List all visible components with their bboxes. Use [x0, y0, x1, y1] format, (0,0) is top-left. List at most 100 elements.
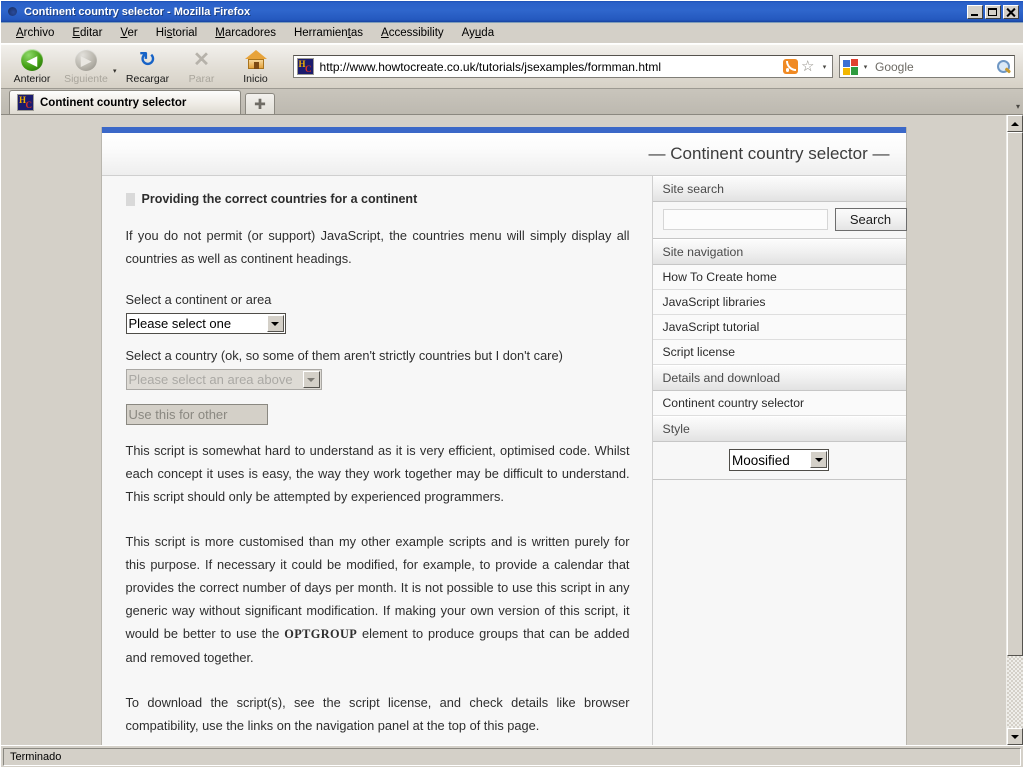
scrollbar-thumb[interactable] [1007, 132, 1023, 657]
home-icon [244, 48, 268, 72]
menu-ver[interactable]: Ver [111, 25, 146, 41]
sidebar-section-site-search: Site search [652, 176, 906, 202]
url-dropdown-icon[interactable]: ▾ [819, 63, 830, 71]
close-button[interactable] [1003, 4, 1019, 19]
country-field-group: Select a country (ok, so some of them ar… [125, 348, 630, 390]
google-logo-icon [843, 58, 859, 75]
menu-archivo[interactable]: Archivo [7, 25, 63, 41]
maximize-button[interactable] [985, 4, 1001, 19]
sidebar-link-javascript-tutorial[interactable]: JavaScript tutorial [652, 315, 906, 340]
vertical-scrollbar[interactable] [1006, 115, 1023, 745]
sidebar-section-style: Style [652, 416, 906, 442]
tab-list-dropdown-icon[interactable]: ▾ [1016, 102, 1020, 111]
sidebar-link-javascript-libraries[interactable]: JavaScript libraries [652, 290, 906, 315]
navigation-toolbar: ◀ Anterior ▶ Siguiente ▾ ↻ Recargar ✕ Pa… [1, 44, 1023, 89]
page-title: — Continent country selector — [648, 144, 890, 163]
magnifier-icon[interactable] [995, 59, 1012, 75]
style-select-wrapper[interactable]: Moosified [729, 449, 829, 471]
page-body: Providing the correct countries for a co… [101, 176, 907, 745]
window-title: Continent country selector - Mozilla Fir… [24, 5, 251, 18]
rss-feed-icon[interactable] [783, 59, 798, 74]
menu-bar: Archivo Editar Ver Historial Marcadores … [1, 23, 1023, 44]
tab-bar: Continent country selector ✚ ▾ [1, 89, 1023, 115]
stop-button-label: Parar [188, 73, 215, 85]
scrollbar-track[interactable] [1007, 132, 1023, 728]
back-button[interactable]: ◀ Anterior [5, 46, 59, 88]
scroll-down-button[interactable] [1007, 728, 1023, 745]
minimize-button[interactable] [967, 4, 983, 19]
sidebar-link-how-to-create-home[interactable]: How To Create home [652, 265, 906, 290]
menu-editar[interactable]: Editar [63, 25, 111, 41]
continent-label: Select a continent or area [125, 292, 272, 307]
sidebar-section-details-and-download: Details and download [652, 365, 906, 391]
new-tab-button[interactable]: ✚ [245, 93, 275, 114]
search-engine-dropdown-icon[interactable]: ▾ [860, 63, 871, 71]
paragraph-2: This script is somewhat hard to understa… [125, 443, 630, 504]
url-bar[interactable]: http://www.howtocreate.co.uk/tutorials/j… [292, 55, 833, 78]
content-heading: Providing the correct countries for a co… [125, 192, 630, 206]
back-arrow-icon: ◀ [20, 48, 44, 72]
home-button-label: Inicio [243, 73, 268, 85]
style-select[interactable]: Moosified [729, 449, 829, 471]
bookmark-star-icon[interactable]: ☆ [801, 59, 817, 74]
search-input[interactable]: Google [871, 60, 995, 74]
home-button[interactable]: Inicio [229, 46, 283, 88]
other-country-input[interactable] [125, 404, 268, 425]
intro-paragraph: If you do not permit (or support) JavaSc… [125, 228, 630, 266]
firefox-logo-icon [4, 4, 20, 20]
menu-historial[interactable]: Historial [147, 25, 207, 41]
menu-ver-rest: er [127, 27, 138, 39]
tab-label: Continent country selector [40, 96, 187, 109]
forward-arrow-icon: ▶ [74, 48, 98, 72]
sidebar-filler [652, 480, 906, 745]
title-bar: Continent country selector - Mozilla Fir… [1, 1, 1023, 23]
menu-archivo-rest: rchivo [23, 27, 55, 39]
menu-herramientas[interactable]: Herramientas [285, 25, 372, 41]
sidebar-link-script-license[interactable]: Script license [652, 340, 906, 365]
continent-select[interactable]: Please select one [125, 313, 286, 334]
site-search-input[interactable] [662, 209, 828, 230]
country-label: Select a country (ok, so some of them ar… [125, 348, 563, 363]
nav-history-dropdown-icon[interactable]: ▾ [113, 59, 117, 75]
stop-button[interactable]: ✕ Parar [175, 46, 229, 88]
search-bar[interactable]: ▾ Google [839, 55, 1015, 78]
new-tab-plus-icon: ✚ [254, 96, 266, 112]
status-bar: Terminado [1, 745, 1023, 767]
heading-bullet-icon [125, 192, 135, 206]
paragraph-3-part-a: This script is more customised than my o… [125, 534, 630, 641]
tab-continent-country-selector[interactable]: Continent country selector [9, 90, 241, 114]
site-search-row: Search [652, 202, 907, 239]
menu-ayuda[interactable]: Ayuda [453, 25, 503, 41]
forward-button[interactable]: ▶ Siguiente [59, 46, 113, 88]
sidebar-section-site-navigation: Site navigation [652, 239, 906, 265]
country-select-wrapper[interactable]: Please select an area above [125, 369, 322, 390]
scroll-up-button[interactable] [1007, 115, 1023, 132]
menu-accessibility[interactable]: Accessibility [372, 25, 453, 41]
tab-favicon-icon [17, 94, 34, 111]
continent-field-group: Select a continent or area Please select… [125, 292, 630, 334]
page-canvas: — Continent country selector — Providing… [1, 115, 1006, 745]
window-controls [967, 4, 1021, 19]
menu-marcadores[interactable]: Marcadores [206, 25, 285, 41]
sidebar-link-continent-country-selector[interactable]: Continent country selector [652, 391, 906, 416]
paragraph-3: This script is more customised than my o… [126, 530, 630, 669]
site-search-button[interactable]: Search [834, 208, 907, 231]
reload-button[interactable]: ↻ Recargar [121, 46, 175, 88]
stop-icon: ✕ [193, 49, 210, 71]
back-button-label: Anterior [13, 73, 51, 85]
firefox-window: Continent country selector - Mozilla Fir… [0, 0, 1024, 768]
reload-button-label: Recargar [125, 73, 170, 85]
country-select[interactable]: Please select an area above [125, 369, 322, 390]
content-heading-text: Providing the correct countries for a co… [141, 192, 418, 206]
main-content: Providing the correct countries for a co… [101, 176, 653, 745]
forward-button-label: Siguiente [64, 73, 108, 85]
paragraph-4: To download the script(s), see the scrip… [125, 695, 630, 733]
url-text[interactable]: http://www.howtocreate.co.uk/tutorials/j… [318, 60, 783, 74]
style-selector-row: Moosified [652, 442, 906, 480]
continent-select-wrapper[interactable]: Please select one [125, 313, 286, 334]
sidebar: Site search Search Site navigation How T… [652, 176, 907, 745]
status-text: Terminado [3, 747, 1021, 766]
web-page: — Continent country selector — Providing… [100, 127, 907, 745]
other-field-group [125, 404, 630, 425]
menu-editar-rest: ditar [80, 27, 103, 39]
